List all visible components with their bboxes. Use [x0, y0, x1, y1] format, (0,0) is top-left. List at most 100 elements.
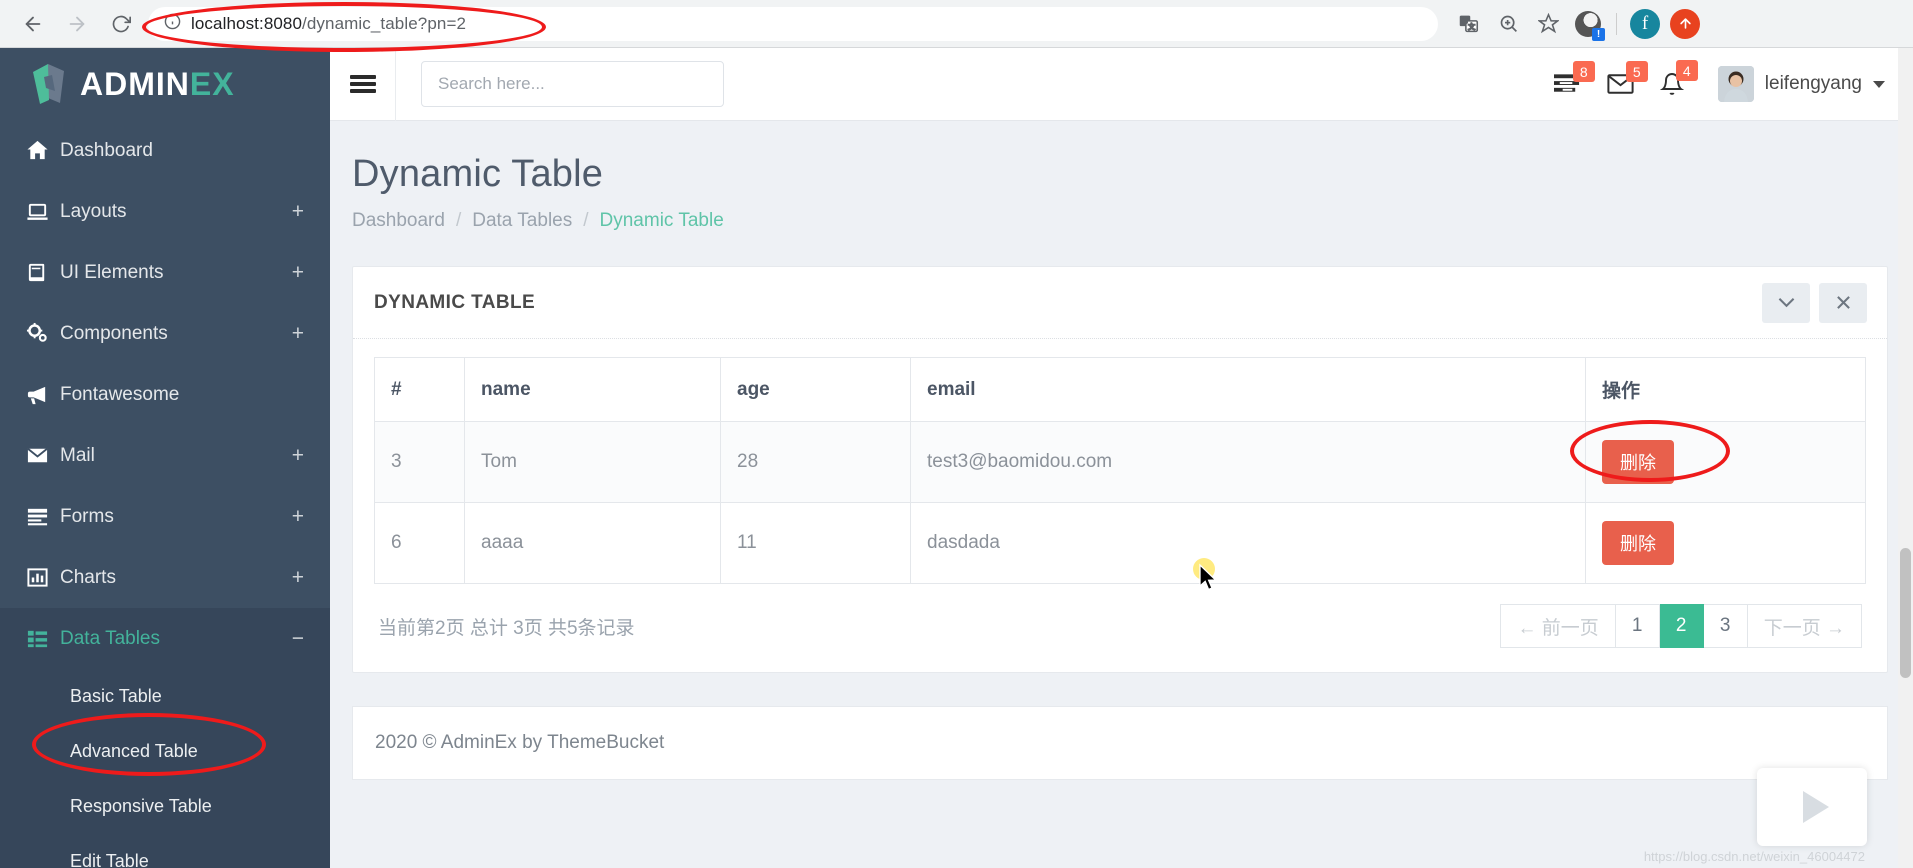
- chevron-down-icon[interactable]: [1873, 80, 1885, 88]
- sidebar-subitem-basic-table[interactable]: Basic Table: [0, 669, 330, 724]
- sidebar-item-components[interactable]: Components +: [0, 303, 330, 364]
- delete-button[interactable]: 删除: [1602, 440, 1674, 484]
- expand-plus-icon[interactable]: +: [292, 444, 304, 468]
- sidebar-item-dashboard[interactable]: Dashboard: [0, 120, 330, 181]
- pagination-page-3[interactable]: 3: [1703, 604, 1748, 648]
- pagination-info: 当前第2页 总计 3页 共5条记录: [378, 617, 635, 639]
- video-play-overlay[interactable]: [1757, 768, 1867, 846]
- scrollbar-thumb[interactable]: [1900, 548, 1911, 678]
- sidebar-item-label: Components: [60, 322, 168, 344]
- sidebar: ADMINEX Dashboard Layouts + UI Elements …: [0, 48, 330, 868]
- envelope-icon[interactable]: 5: [1607, 61, 1648, 95]
- url-text: localhost:8080/dynamic_table?pn=2: [191, 14, 466, 34]
- breadcrumb-item-data-tables[interactable]: Data Tables: [472, 210, 572, 232]
- breadcrumb: Dashboard / Data Tables / Dynamic Table: [352, 210, 1913, 232]
- breadcrumb-item-dashboard[interactable]: Dashboard: [352, 210, 445, 232]
- pagination-prev[interactable]: ← 前一页: [1500, 604, 1616, 648]
- breadcrumb-separator: /: [583, 210, 589, 231]
- table-row: 3 Tom 28 test3@baomidou.com 删除: [374, 421, 1866, 503]
- card-body: # name age email 操作 3 Tom 28 test3@baomi…: [353, 339, 1887, 672]
- breadcrumb-item-dynamic-table: Dynamic Table: [599, 210, 724, 231]
- zoom-search-icon[interactable]: [1490, 6, 1526, 42]
- card-header: DYNAMIC TABLE: [353, 267, 1887, 339]
- close-x-icon[interactable]: [1819, 282, 1867, 323]
- bar-chart-icon: [26, 566, 60, 589]
- svg-text:文: 文: [1468, 22, 1475, 31]
- profile-avatar[interactable]: f: [1627, 6, 1663, 42]
- expand-plus-icon[interactable]: +: [292, 505, 304, 529]
- brand-logo[interactable]: ADMINEX: [0, 48, 330, 120]
- column-header-action: 操作: [1585, 357, 1866, 422]
- forms-icon: [26, 505, 60, 528]
- delete-button[interactable]: 删除: [1602, 521, 1674, 565]
- back-arrow-icon[interactable]: [14, 5, 52, 43]
- play-icon: [1803, 791, 1829, 823]
- column-header-age: age: [720, 357, 911, 422]
- table-row: 6 aaaa 11 dasdada 删除: [374, 502, 1866, 584]
- info-circle-icon: [164, 13, 181, 35]
- sidebar-item-label: Data Tables: [60, 627, 160, 649]
- cell-email: dasdada: [910, 502, 1586, 584]
- watermark: https://blog.csdn.net/weixin_46004472: [1643, 849, 1865, 864]
- table-head: # name age email 操作: [374, 357, 1866, 422]
- page-header: Dynamic Table Dashboard / Data Tables / …: [330, 121, 1913, 232]
- cell-index: 6: [374, 502, 465, 584]
- sidebar-subitem-responsive-table[interactable]: Responsive Table: [0, 779, 330, 834]
- sidebar-item-fontawesome[interactable]: Fontawesome: [0, 364, 330, 425]
- cell-action: 删除: [1585, 421, 1866, 503]
- home-icon: [26, 139, 60, 162]
- forward-arrow-icon[interactable]: [58, 5, 96, 43]
- profile-avatar-label: f: [1630, 8, 1660, 39]
- page-scrollbar[interactable]: [1898, 48, 1913, 868]
- cell-name: Tom: [464, 421, 721, 503]
- pagination-page-2[interactable]: 2: [1659, 604, 1704, 648]
- notification-badge: 4: [1675, 60, 1698, 81]
- expand-plus-icon[interactable]: +: [292, 261, 304, 285]
- brand-text-part2: EX: [189, 65, 235, 102]
- topbar-right: 8 5 4 leifengyang: [1553, 60, 1913, 102]
- mail-badge: 5: [1625, 61, 1648, 82]
- sidebar-item-mail[interactable]: Mail +: [0, 425, 330, 486]
- cell-action: 删除: [1585, 502, 1866, 584]
- hamburger-menu-icon[interactable]: [330, 48, 396, 121]
- cell-email: test3@baomidou.com: [910, 421, 1586, 503]
- reload-icon[interactable]: [102, 5, 140, 43]
- cell-age: 28: [720, 421, 911, 503]
- brand-text: ADMINEX: [80, 66, 235, 103]
- bell-icon[interactable]: 4: [1659, 60, 1698, 96]
- expand-plus-icon[interactable]: +: [292, 322, 304, 346]
- url-path: /dynamic_table?pn=2: [302, 13, 467, 33]
- tasks-icon[interactable]: 8: [1553, 61, 1595, 95]
- sidebar-item-ui-elements[interactable]: UI Elements +: [0, 242, 330, 303]
- pagination-next[interactable]: 下一页 →: [1747, 604, 1862, 648]
- sidebar-item-charts[interactable]: Charts +: [0, 547, 330, 608]
- browser-chrome: localhost:8080/dynamic_table?pn=2 文G f: [0, 0, 1913, 48]
- book-icon: [26, 261, 60, 284]
- adminex-logo-icon: [28, 61, 70, 107]
- collapse-minus-icon[interactable]: −: [292, 627, 304, 651]
- expand-plus-icon[interactable]: +: [292, 200, 304, 224]
- url-host: localhost:8080: [191, 13, 303, 33]
- sidebar-item-forms[interactable]: Forms +: [0, 486, 330, 547]
- page-title: Dynamic Table: [352, 153, 604, 195]
- expand-plus-icon[interactable]: +: [292, 566, 304, 590]
- search-input[interactable]: [421, 61, 724, 107]
- translate-icon[interactable]: 文G: [1450, 6, 1486, 42]
- svg-text:G: G: [1462, 19, 1467, 26]
- pagination-page-1[interactable]: 1: [1615, 604, 1660, 648]
- envelope-icon: [26, 444, 60, 467]
- chevron-down-icon[interactable]: [1762, 282, 1810, 323]
- cell-name: aaaa: [464, 502, 721, 584]
- sidebar-item-layouts[interactable]: Layouts +: [0, 181, 330, 242]
- sidebar-item-data-tables[interactable]: Data Tables −: [0, 608, 330, 669]
- user-menu[interactable]: leifengyang: [1717, 66, 1885, 102]
- table-header-row: # name age email 操作: [374, 357, 1866, 422]
- toolbar-divider: [1616, 12, 1617, 35]
- browser-menu-icon[interactable]: [1667, 6, 1703, 42]
- gears-icon: [26, 322, 60, 345]
- extension-avatar-icon[interactable]: [1570, 6, 1606, 42]
- url-omnibox[interactable]: localhost:8080/dynamic_table?pn=2: [148, 6, 1438, 41]
- sidebar-subitem-edit-table[interactable]: Edit Table: [0, 834, 330, 868]
- sidebar-subitem-advanced-table[interactable]: Advanced Table: [0, 724, 330, 779]
- bookmark-star-icon[interactable]: [1530, 6, 1566, 42]
